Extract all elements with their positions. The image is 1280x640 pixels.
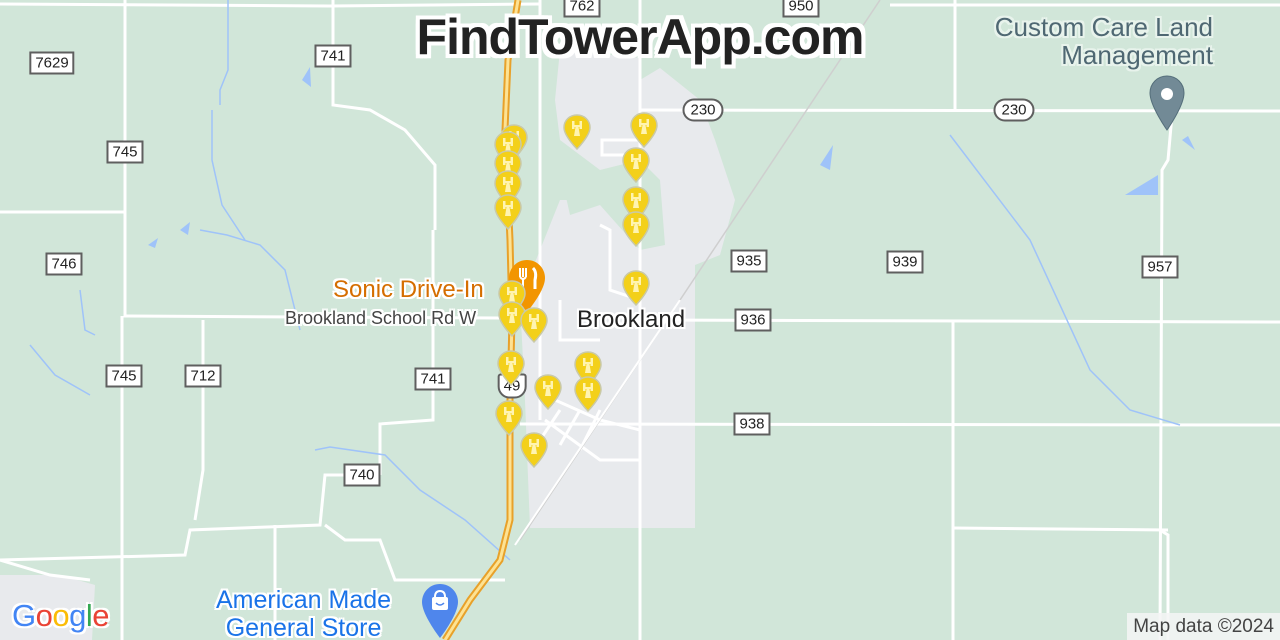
route-shield-230: 230 xyxy=(993,98,1035,122)
route-shield-745: 745 xyxy=(105,364,143,388)
route-shield-939: 939 xyxy=(886,250,924,274)
route-shield-938: 938 xyxy=(733,412,771,436)
cell-tower-marker[interactable] xyxy=(495,400,523,436)
google-letter: g xyxy=(69,598,86,633)
cell-tower-marker[interactable] xyxy=(563,114,591,150)
google-letter: o xyxy=(52,598,70,633)
map-canvas[interactable]: FindTowerApp.com 7629 741 762 950 745 23… xyxy=(0,0,1280,640)
poi-name-line2: General Store xyxy=(225,614,382,640)
route-shield-740: 740 xyxy=(343,463,381,487)
cell-tower-marker[interactable] xyxy=(622,270,650,306)
route-shield-746: 746 xyxy=(45,252,83,276)
poi-name-line2: Management xyxy=(1061,40,1213,70)
cell-tower-marker[interactable] xyxy=(494,194,522,230)
google-letter: o xyxy=(35,598,53,633)
google-logo: Google xyxy=(12,598,110,634)
route-shield-741: 741 xyxy=(414,367,452,391)
poi-sonic-drive-in-label[interactable]: Sonic Drive-In xyxy=(333,276,484,304)
route-shield-762: 762 xyxy=(563,0,601,18)
poi-name-line1: American Made xyxy=(216,586,392,614)
route-shield-957: 957 xyxy=(1141,255,1179,279)
google-letter: e xyxy=(92,598,110,633)
route-shield-950: 950 xyxy=(782,0,820,18)
shopping-bag-icon[interactable] xyxy=(420,582,460,640)
cell-tower-marker[interactable] xyxy=(520,307,548,343)
cell-tower-marker[interactable] xyxy=(622,147,650,183)
poi-custom-care-land-management[interactable]: Custom Care Land Management xyxy=(995,13,1213,69)
cell-tower-marker[interactable] xyxy=(622,211,650,247)
town-label-brookland[interactable]: Brookland xyxy=(577,306,685,334)
cell-tower-marker[interactable] xyxy=(497,350,525,386)
cell-tower-marker[interactable] xyxy=(520,432,548,468)
map-attribution[interactable]: Map data ©2024 xyxy=(1127,613,1280,640)
place-pin-icon[interactable] xyxy=(1148,74,1186,132)
cell-tower-marker[interactable] xyxy=(534,374,562,410)
route-shield-745: 745 xyxy=(106,140,144,164)
route-shield-741: 741 xyxy=(314,44,352,68)
route-shield-936: 936 xyxy=(734,308,772,332)
cell-tower-marker[interactable] xyxy=(630,112,658,148)
route-shield-935: 935 xyxy=(730,249,768,273)
poi-american-made-general-store[interactable]: American Made General Store xyxy=(216,586,391,640)
google-letter: G xyxy=(12,598,36,633)
cell-tower-marker[interactable] xyxy=(574,376,602,412)
street-label-brookland-school-rd-w: Brookland School Rd W xyxy=(285,308,477,328)
route-shield-230: 230 xyxy=(682,98,724,122)
poi-name-line1: Custom Care Land xyxy=(994,12,1213,42)
route-shield-712: 712 xyxy=(184,364,222,388)
route-shield-7629: 7629 xyxy=(29,51,75,75)
